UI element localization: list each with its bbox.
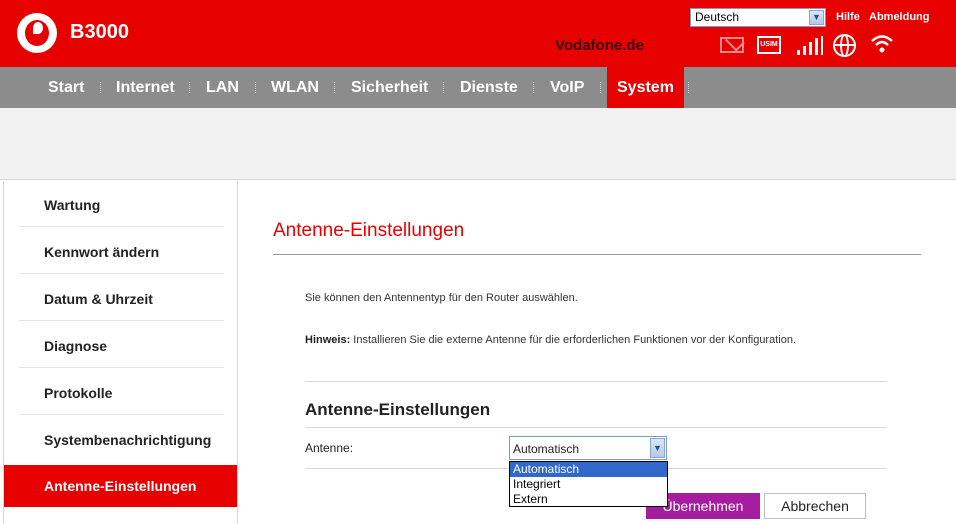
hint-text: Hinweis: Installieren Sie die externe An… <box>305 334 796 346</box>
nav-lan[interactable]: LAN <box>206 67 239 108</box>
sidebar-divider <box>19 320 224 321</box>
sidebar-item-datum[interactable]: Datum & Uhrzeit <box>4 276 237 323</box>
title-divider <box>273 254 921 255</box>
antenna-value: Automatisch <box>513 442 580 456</box>
antenna-select[interactable]: Automatisch ▼ <box>509 436 667 460</box>
help-link[interactable]: Hilfe <box>836 11 860 23</box>
nav-sicherheit[interactable]: Sicherheit <box>351 67 428 108</box>
model-name: B3000 <box>70 21 129 43</box>
language-select[interactable]: Deutsch ▼ <box>690 8 826 27</box>
nav-start[interactable]: Start <box>48 67 84 108</box>
antenna-dropdown-list: Automatisch Integriert Extern <box>509 461 668 507</box>
nav-separator <box>255 82 256 93</box>
globe-icon <box>833 34 856 57</box>
nav-dienste[interactable]: Dienste <box>460 67 518 108</box>
nav-separator <box>688 82 689 93</box>
antenna-option-extern[interactable]: Extern <box>510 492 667 507</box>
nav-separator <box>600 82 601 93</box>
mail-icon[interactable] <box>720 37 744 53</box>
sidebar-divider <box>19 226 224 227</box>
hint-body: Installieren Sie die externe Antenne für… <box>350 334 797 346</box>
usim-icon: USIM <box>757 36 781 54</box>
nav-separator <box>334 82 335 93</box>
nav-separator <box>533 82 534 93</box>
header-band <box>0 108 956 180</box>
nav-wlan[interactable]: WLAN <box>271 67 319 108</box>
antenna-label: Antenne: <box>305 441 354 455</box>
site-link[interactable]: Vodafone.de <box>555 37 644 54</box>
chevron-down-icon[interactable]: ▼ <box>809 10 824 25</box>
logout-link[interactable]: Abmeldung <box>869 11 930 23</box>
section-divider <box>305 427 887 428</box>
sidebar-item-antenne[interactable]: Antenne-Einstellungen <box>4 465 237 507</box>
header: B3000 Vodafone.de Deutsch ▼ Hilfe Abmeld… <box>0 0 956 67</box>
nav-separator <box>189 82 190 93</box>
cancel-button[interactable]: Abbrechen <box>764 493 866 519</box>
nav-separator <box>100 82 101 93</box>
antenna-option-integriert[interactable]: Integriert <box>510 477 667 492</box>
sidebar-item-diagnose[interactable]: Diagnose <box>4 323 237 370</box>
hint-label: Hinweis: <box>305 334 351 346</box>
section-divider <box>305 381 887 382</box>
section-title: Antenne-Einstellungen <box>305 400 491 419</box>
sidebar: Wartung Kennwort ändern Datum & Uhrzeit … <box>3 181 238 524</box>
sidebar-divider <box>19 367 224 368</box>
sidebar-divider <box>19 273 224 274</box>
nav-separator <box>443 82 444 93</box>
vodafone-logo-icon <box>17 13 57 53</box>
nav-system[interactable]: System <box>607 67 684 108</box>
chevron-down-icon[interactable]: ▼ <box>650 438 665 458</box>
nav-internet[interactable]: Internet <box>116 67 175 108</box>
description-text: Sie können den Antennentyp für den Route… <box>305 292 578 304</box>
sidebar-item-wartung[interactable]: Wartung <box>4 182 237 229</box>
antenna-option-automatisch[interactable]: Automatisch <box>510 462 667 477</box>
sidebar-item-protokolle[interactable]: Protokolle <box>4 370 237 417</box>
nav-voip[interactable]: VoIP <box>550 67 584 108</box>
sidebar-divider <box>19 414 224 415</box>
main-nav: Start Internet LAN WLAN Sicherheit Diens… <box>0 67 956 108</box>
language-value: Deutsch <box>695 10 740 24</box>
wifi-icon <box>870 34 894 54</box>
signal-strength-icon <box>797 36 823 55</box>
sidebar-item-systembenachrichtigung[interactable]: Systembenachrichtigung <box>4 417 237 464</box>
page-title: Antenne-Einstellungen <box>273 220 465 241</box>
sidebar-item-kennwort[interactable]: Kennwort ändern <box>4 229 237 276</box>
